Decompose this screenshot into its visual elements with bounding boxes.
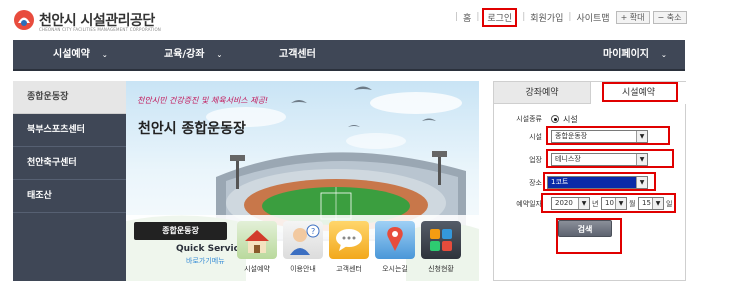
divider: |	[455, 12, 459, 22]
divider: |	[568, 12, 572, 22]
info-person-icon: ?	[283, 221, 323, 259]
chevron-down-icon: ⌄	[216, 51, 223, 59]
facility-label: 시설	[529, 133, 542, 141]
search-button[interactable]: 검색	[558, 220, 612, 237]
zoom-out-button[interactable]: − 축소	[652, 10, 687, 24]
side-menu: 종합운동장 북부스포츠센터 천안축구센터 태조산	[13, 81, 126, 281]
quick-customer-center[interactable]: 고객센터	[328, 221, 370, 279]
dropdown-arrow-icon: ▼	[636, 177, 647, 188]
day-select-value: 15	[642, 199, 651, 207]
side-item-taejosan[interactable]: 태조산	[13, 180, 126, 213]
dropdown-arrow-icon: ▼	[636, 131, 647, 142]
facility-select-value: 종합운동장	[555, 132, 588, 140]
dropdown-arrow-icon: ▼	[636, 154, 647, 165]
map-pin-icon	[375, 221, 415, 259]
hero-tagline: 천안시민 건강증진 및 체육서비스 제공!	[137, 96, 269, 105]
quick-button-label: 신청현황	[428, 265, 454, 273]
quick-service-title: Quick Service	[176, 244, 246, 254]
gnb-label: 교육/강좌	[164, 49, 205, 60]
chat-bubble-icon	[329, 221, 369, 259]
quick-service-label: 종합운동장	[134, 222, 227, 240]
divider: |	[522, 12, 526, 22]
day-select[interactable]: 15 ▼	[638, 197, 664, 210]
facility-type-radio[interactable]	[551, 115, 559, 123]
tab-course-reservation[interactable]: 강좌예약	[494, 82, 591, 104]
logo-subtitle: CHEONAN CITY FACILITIES MANAGEMENT CORPO…	[39, 27, 161, 32]
gnb-label: 시설예약	[53, 49, 90, 60]
house-icon	[237, 221, 277, 259]
place-select-value: 1코트	[551, 178, 569, 186]
quick-usage-guide[interactable]: ? 이용안내	[282, 221, 324, 279]
month-unit: 월	[629, 200, 636, 208]
quick-service-subtitle: 바로가기메뉴	[186, 257, 225, 265]
quick-directions[interactable]: 오시는길	[374, 221, 416, 279]
quick-facility-reservation[interactable]: 시설예약	[236, 221, 278, 279]
grid-apps-icon	[421, 221, 461, 259]
gnb-label: 고객센터	[279, 49, 316, 60]
hero-banner: 천안시민 건강증진 및 체육서비스 제공! 천안시 종합운동장 종합운동장 Qu…	[126, 81, 479, 281]
quick-application-status[interactable]: 신청현황	[420, 221, 462, 279]
day-unit: 일	[666, 200, 673, 208]
date-label: 예약일자	[516, 200, 542, 208]
site-logo[interactable]: 천안시 시설관리공단 CHEONAN CITY FACILITIES MANAG…	[13, 7, 193, 35]
zoom-in-button[interactable]: + 확대	[615, 10, 650, 24]
gnb-label: 마이페이지	[603, 49, 649, 60]
sitemap-link[interactable]: 사이트맵	[576, 11, 609, 24]
sport-label: 업장	[529, 156, 542, 164]
gnb-facility-reservation[interactable]: 시설예약 ⌄	[53, 40, 108, 69]
hero-title: 천안시 종합운동장	[138, 121, 246, 137]
place-select[interactable]: 1코트 ▼	[547, 176, 648, 189]
year-unit: 년	[592, 200, 599, 208]
utility-nav: | 홈 | 로그인 | 회원가입 | 사이트맵 + 확대 − 축소	[450, 7, 687, 27]
quick-button-label: 오시는길	[382, 265, 408, 273]
chevron-down-icon: ⌄	[661, 51, 667, 59]
dropdown-arrow-icon: ▼	[578, 198, 589, 209]
chevron-down-icon: ⌄	[101, 51, 108, 59]
dropdown-arrow-icon: ▼	[652, 198, 663, 209]
reservation-search-panel: 강좌예약 시설예약 시설종류 시설 시설 종합운동장 ▼ 업장 테니스장 ▼ 장…	[493, 81, 686, 281]
month-select-value: 10	[605, 199, 614, 207]
gnb-education[interactable]: 교육/강좌 ⌄	[164, 40, 222, 69]
home-link[interactable]: 홈	[463, 11, 471, 24]
quick-button-label: 고객센터	[336, 265, 362, 273]
main-nav: 시설예약 ⌄ 교육/강좌 ⌄ 고객센터 마이페이지 ⌄	[13, 40, 685, 71]
facility-type-radio-label: 시설	[563, 115, 578, 124]
join-link[interactable]: 회원가입	[530, 11, 563, 24]
facility-select[interactable]: 종합운동장 ▼	[551, 130, 648, 143]
login-link[interactable]: 로그인	[482, 7, 518, 27]
year-select-value: 2020	[555, 199, 573, 207]
sport-select[interactable]: 테니스장 ▼	[551, 153, 648, 166]
tab-facility-reservation[interactable]: 시설예약	[591, 82, 686, 104]
quick-button-label: 시설예약	[244, 265, 270, 273]
side-item-football-center[interactable]: 천안축구센터	[13, 147, 126, 180]
facility-type-label: 시설종류	[516, 115, 542, 123]
sport-select-value: 테니스장	[555, 155, 581, 163]
svg-text:?: ?	[311, 227, 315, 236]
side-item-sports-complex[interactable]: 종합운동장	[13, 81, 126, 114]
month-select[interactable]: 10 ▼	[601, 197, 627, 210]
divider: |	[476, 12, 480, 22]
dropdown-arrow-icon: ▼	[615, 198, 626, 209]
gnb-customer-center[interactable]: 고객센터	[279, 40, 316, 69]
place-label: 장소	[529, 179, 542, 187]
gnb-mypage[interactable]: 마이페이지 ⌄	[603, 40, 667, 69]
side-item-north-sports-center[interactable]: 북부스포츠센터	[13, 114, 126, 147]
quick-button-label: 이용안내	[290, 265, 316, 273]
logo-mark-icon	[14, 10, 34, 30]
year-select[interactable]: 2020 ▼	[551, 197, 590, 210]
